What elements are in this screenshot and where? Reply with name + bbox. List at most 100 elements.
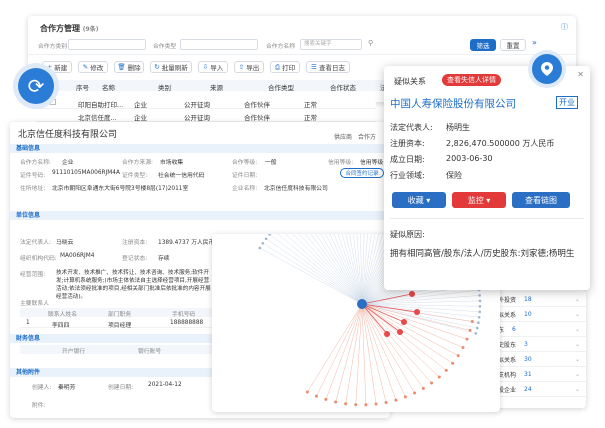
graph-node	[478, 310, 482, 314]
reason-text: 拥有相同高管/股东/法人/历史股东:刘家德;杨明生	[390, 249, 575, 259]
edit-icon: ✎	[82, 63, 89, 71]
graph-node	[354, 403, 358, 407]
section-unit: 单位信息	[10, 211, 390, 220]
graph-node	[474, 332, 478, 335]
col-status: 合作状态	[330, 84, 356, 92]
graph-node	[456, 354, 460, 358]
graph-edge	[361, 303, 415, 394]
suspected-relation-popup: 疑似关系 查看失信人详情 ✕ 中国人寿保险股份有限公司 开业 法定代表人: 杨明…	[384, 66, 590, 290]
graph-node	[413, 391, 417, 395]
chevron-down-icon: ⌄	[574, 310, 580, 318]
graph-edge	[325, 303, 363, 400]
graph-node	[364, 403, 368, 407]
graph-node	[334, 400, 338, 404]
view-graph-button[interactable]: 查看链图	[512, 192, 570, 208]
graph-node	[344, 402, 348, 406]
graph-edge	[355, 303, 363, 405]
close-icon[interactable]: ✕	[577, 70, 584, 79]
chevron-down-icon: ⌄	[574, 385, 580, 393]
batch-refresh-button[interactable]: ↻ 批量刷新	[150, 61, 192, 73]
page-title-text: 合作方管理	[40, 24, 80, 33]
filter-name-input[interactable]: 搜索关键字	[300, 39, 362, 50]
chevron-down-icon: ⌄	[574, 340, 580, 348]
side-list-count: 31	[524, 370, 532, 378]
graph-node	[397, 329, 403, 335]
business-scope: 技术开发、技术推广、技术转让、技术咨询、技术服务;软件开发;计算机系统服务;(市…	[56, 270, 211, 300]
chevron-down-icon: ⌄	[574, 295, 580, 303]
monitor-button[interactable]: 监控 ▾	[452, 192, 506, 208]
search-icon[interactable]: ⚲	[368, 39, 373, 47]
section-finance: 财务信息	[10, 334, 214, 343]
record-count: (9条)	[82, 26, 99, 33]
graph-node	[461, 346, 465, 350]
chevron-down-icon: ⌄	[574, 355, 580, 363]
graph-node	[384, 331, 390, 337]
section-other: 其他附件	[10, 368, 214, 377]
graph-node	[394, 398, 398, 402]
side-list-count: 30	[524, 355, 532, 363]
delete-button[interactable]: 🗑 删除	[114, 61, 144, 73]
expand-icon[interactable]: »	[532, 38, 537, 47]
view-log-button[interactable]: ☰ 查看日志	[306, 61, 350, 73]
col-name: 名称	[102, 84, 115, 92]
chevron-down-icon: ⌄	[574, 325, 580, 333]
location-pin-icon[interactable]	[532, 54, 562, 84]
graph-node	[451, 361, 455, 365]
popup-company-name[interactable]: 中国人寿保险股份有限公司	[390, 96, 516, 111]
trash-icon: 🗑	[117, 63, 126, 71]
filter-type2-select[interactable]	[180, 39, 258, 50]
graph-node	[384, 400, 388, 404]
col-category: 类别	[158, 84, 171, 92]
collect-button[interactable]: 收藏 ▾	[392, 192, 446, 208]
filter-type1-select[interactable]	[68, 39, 146, 50]
view-dishonest-button[interactable]: 查看失信人详情	[442, 74, 501, 86]
export-button[interactable]: ⇧ 导出	[234, 61, 264, 73]
import-button[interactable]: ⇩ 导入	[198, 61, 228, 73]
plus-icon: +	[46, 63, 53, 71]
popup-tag: 疑似关系	[394, 77, 426, 86]
tab-supplier[interactable]: 供应商	[334, 132, 352, 141]
status-badge: 开业	[556, 96, 578, 109]
side-list-count: 3	[524, 340, 528, 348]
graph-node	[478, 299, 482, 303]
side-list-item[interactable]: 分支机构 31 ⌄	[488, 367, 586, 382]
tab-partner[interactable]: 合作方	[358, 132, 376, 141]
side-list-count: 10	[524, 310, 532, 318]
edit-button[interactable]: ✎ 修改	[78, 61, 108, 73]
graph-node	[314, 394, 318, 398]
print-button[interactable]: ⎙ 打印	[270, 61, 300, 73]
graph-edge	[361, 303, 440, 378]
graph-edge	[277, 234, 363, 305]
graph-node	[414, 309, 420, 315]
reason-title: 疑似原因:	[390, 230, 425, 239]
graph-node	[478, 294, 481, 297]
side-list-item[interactable]: 对外投资 18 ⌄	[488, 292, 586, 307]
side-list-item[interactable]: 历史股东 3 ⌄	[488, 337, 586, 352]
printer-icon: ⎙	[274, 62, 281, 71]
row-checkbox[interactable]	[50, 99, 56, 105]
side-list-item[interactable]: 疑似关系 30 ⌄	[488, 352, 586, 367]
help-icon[interactable]: ⓘ	[561, 22, 568, 32]
side-list-item[interactable]: 控股企业 24 ⌄	[488, 382, 586, 397]
contract-record-button[interactable]: 合同签约记录	[340, 168, 384, 178]
graph-node	[477, 315, 481, 319]
side-list-item[interactable]: 疑似关系 10 ⌄	[488, 307, 586, 322]
graph-edge	[265, 238, 363, 305]
graph-node	[478, 305, 482, 308]
table-row[interactable]: 北京信任度... 企业 公开征询 合作伙伴 正常	[36, 110, 376, 122]
filter-name-label: 合作方名称	[266, 44, 295, 50]
filter-type2-label: 合作类型	[153, 44, 177, 50]
table-row[interactable]: 印阳自助打印... 企业 公开征询 合作伙伴 正常	[36, 97, 376, 109]
graph-node	[258, 246, 262, 250]
reset-button[interactable]: 重置	[500, 39, 526, 51]
graph-node	[465, 337, 469, 341]
filter-type1-label: 合作方类别	[38, 44, 67, 50]
graph-node	[305, 390, 309, 394]
graph-node	[374, 402, 378, 406]
graph-node	[264, 237, 268, 241]
side-list-item[interactable]: 股东6⌄	[488, 322, 586, 337]
filter-button[interactable]: 筛选	[470, 39, 496, 51]
detail-company-name: 北京信任度科技有限公司	[18, 130, 118, 140]
sync-icon[interactable]: ⟳	[18, 68, 54, 104]
graph-edge	[361, 303, 447, 371]
